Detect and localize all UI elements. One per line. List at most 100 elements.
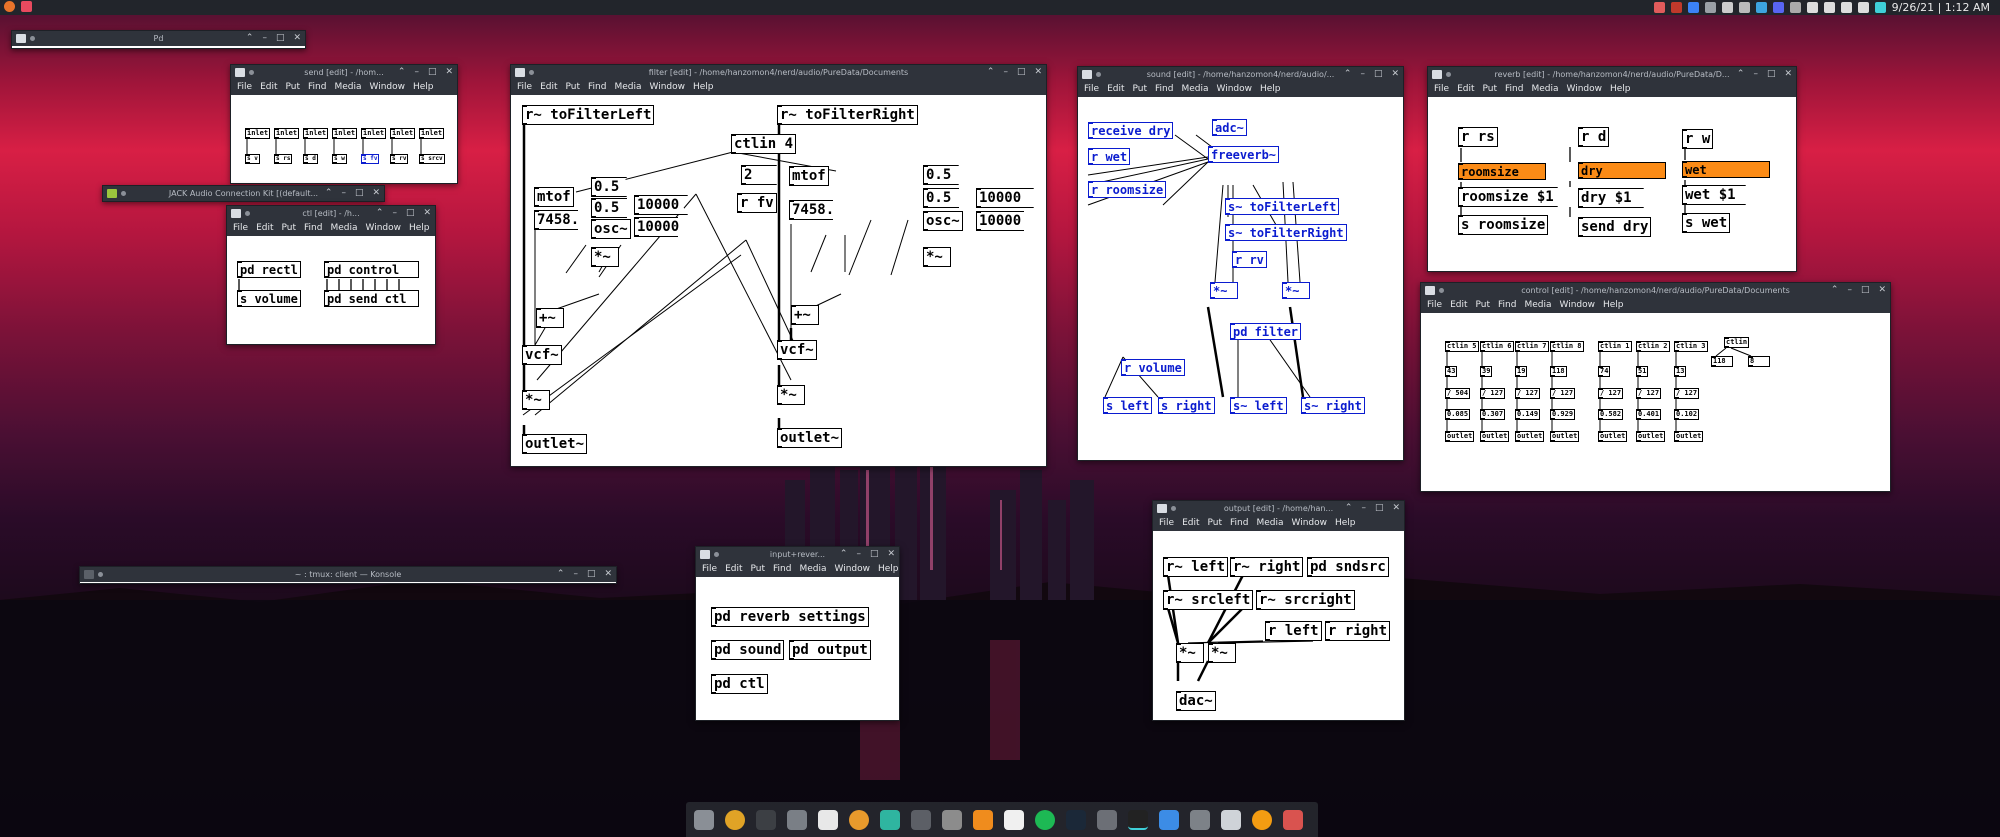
keep-above-icon[interactable]: ⌃: [987, 65, 995, 80]
menu-window[interactable]: Window: [650, 80, 686, 95]
menu-media[interactable]: Media: [614, 80, 641, 95]
ctlin-object[interactable]: ctlin 4: [731, 134, 797, 154]
menu-window[interactable]: Window: [835, 562, 871, 577]
outlet-object[interactable]: outlet: [1636, 431, 1666, 442]
menu-help[interactable]: Help: [413, 80, 434, 95]
maximize-icon[interactable]: □: [1374, 67, 1383, 82]
palette-icon[interactable]: [911, 810, 931, 830]
roomsize-message[interactable]: roomsize $1: [1458, 187, 1558, 207]
menu-put[interactable]: Put: [751, 562, 766, 577]
outlet-tilde-object[interactable]: outlet~: [777, 428, 843, 448]
close-icon[interactable]: ✕: [1784, 67, 1792, 82]
minimize-icon[interactable]: –: [856, 547, 861, 562]
files-icon[interactable]: [694, 810, 714, 830]
minimize-icon[interactable]: –: [1753, 67, 1758, 82]
menu-file[interactable]: File: [1084, 82, 1099, 97]
minimize-icon[interactable]: –: [1360, 67, 1365, 82]
menu-find[interactable]: Find: [304, 221, 322, 236]
menu-window[interactable]: Window: [1567, 82, 1603, 97]
window-filter[interactable]: filter [edit] - /home/hanzomon4/nerd/aud…: [510, 64, 1047, 467]
minimize-icon[interactable]: –: [1361, 501, 1366, 516]
menu-find[interactable]: Find: [588, 80, 606, 95]
minimize-icon[interactable]: –: [341, 186, 346, 201]
receive-tilde-srcleft[interactable]: r~ srcleft: [1163, 590, 1254, 610]
steam-icon[interactable]: [1066, 810, 1086, 830]
location-icon[interactable]: [1806, 2, 1818, 13]
maximize-icon[interactable]: □: [1375, 501, 1384, 516]
menu-help[interactable]: Help: [878, 562, 899, 577]
osc-object[interactable]: osc~: [591, 219, 631, 239]
outlet-object[interactable]: outlet: [1550, 431, 1580, 442]
inlet-object[interactable]: inlet: [274, 128, 300, 139]
send-object[interactable]: s rv: [390, 154, 409, 164]
menu-window[interactable]: Window: [370, 80, 406, 95]
close-icon[interactable]: ✕: [1878, 283, 1886, 298]
number-box[interactable]: 118: [1711, 356, 1733, 367]
minimize-icon[interactable]: –: [392, 206, 397, 221]
pd-control-object[interactable]: pd control: [324, 261, 419, 278]
pin-icon[interactable]: [529, 70, 534, 75]
avatar-icon[interactable]: [849, 810, 869, 830]
pin-icon[interactable]: [1171, 506, 1176, 511]
maximize-icon[interactable]: □: [587, 567, 596, 582]
dry-message[interactable]: dry $1: [1578, 188, 1644, 208]
calendar-icon[interactable]: [1670, 2, 1682, 13]
clock[interactable]: 9/26/21 | 1:12 AM: [1892, 1, 1990, 14]
add-object[interactable]: +~: [536, 308, 564, 328]
menu-file[interactable]: File: [1427, 298, 1442, 313]
close-icon[interactable]: ✕: [604, 567, 612, 582]
keep-above-icon[interactable]: ⌃: [1737, 67, 1745, 82]
window-konsole[interactable]: ~ : tmux: client — Konsole ⌃ – □ ✕: [79, 566, 617, 584]
menu-put[interactable]: Put: [566, 80, 581, 95]
menu-find[interactable]: Find: [1505, 82, 1523, 97]
menu-media[interactable]: Media: [334, 80, 361, 95]
outlet-object[interactable]: outlet: [1515, 431, 1545, 442]
number-box[interactable]: 0.085: [1445, 409, 1471, 420]
outlet-object[interactable]: outlet: [1598, 431, 1628, 442]
pd-output-object[interactable]: pd output: [789, 640, 871, 660]
update-icon[interactable]: [1755, 2, 1767, 13]
r-roomsize-object[interactable]: r roomsize: [1088, 181, 1167, 198]
send-object[interactable]: s w: [332, 154, 347, 164]
send-object[interactable]: s fv: [361, 154, 380, 164]
menu-edit[interactable]: Edit: [1457, 82, 1474, 97]
window-jack[interactable]: JACK Audio Connection Kit [(default... ⌃ –…: [102, 185, 385, 202]
number-box[interactable]: 0.149: [1515, 409, 1541, 420]
maximize-icon[interactable]: □: [428, 65, 437, 80]
s-volume-object[interactable]: s volume: [237, 290, 301, 307]
keep-above-icon[interactable]: ⌃: [1345, 501, 1353, 516]
titlebar[interactable]: input+rever... ⌃ – □ ✕: [696, 547, 899, 562]
chrome-icon[interactable]: [725, 810, 745, 830]
vcf-object[interactable]: vcf~: [522, 345, 562, 365]
mtof-object[interactable]: mtof: [789, 166, 829, 186]
network-icon[interactable]: [1721, 2, 1733, 13]
menu-put[interactable]: Put: [1208, 516, 1223, 531]
number-box[interactable]: 8: [1748, 356, 1770, 367]
pd-send-ctl-object[interactable]: pd send ctl: [324, 290, 419, 307]
menu-media[interactable]: Media: [1181, 82, 1208, 97]
menu-help[interactable]: Help: [1603, 298, 1624, 313]
add-object[interactable]: +~: [791, 305, 819, 325]
pd-ctl-object[interactable]: pd ctl: [711, 674, 768, 694]
multiply-object[interactable]: *~: [777, 385, 805, 405]
receive-dry-object[interactable]: receive dry: [1088, 122, 1174, 139]
menu-put[interactable]: Put: [286, 80, 301, 95]
freeverb-object[interactable]: freeverb~: [1208, 146, 1280, 163]
menu-file[interactable]: File: [702, 562, 717, 577]
menu-edit[interactable]: Edit: [725, 562, 742, 577]
menu-media[interactable]: Media: [1256, 516, 1283, 531]
menu-edit[interactable]: Edit: [260, 80, 277, 95]
roomsize-slider[interactable]: roomsize: [1458, 163, 1546, 180]
send-object[interactable]: s srcv: [419, 154, 445, 164]
number-box[interactable]: 0.929: [1550, 409, 1576, 420]
keep-above-icon[interactable]: ⌃: [557, 567, 565, 582]
titlebar[interactable]: reverb [edit] - /home/hanzomon4/nerd/aud…: [1428, 67, 1796, 82]
camera-icon[interactable]: [1789, 2, 1801, 13]
pin-icon[interactable]: [98, 572, 103, 577]
send-tilde-right-object[interactable]: s~ right: [1301, 397, 1365, 414]
pd-active-icon[interactable]: [1128, 810, 1148, 830]
message-box[interactable]: 10000: [976, 188, 1034, 208]
receive-tilde-object[interactable]: r~ toFilterLeft: [522, 105, 655, 125]
r-right-object[interactable]: r right: [1325, 621, 1391, 641]
divide-object[interactable]: / 127: [1636, 388, 1662, 399]
